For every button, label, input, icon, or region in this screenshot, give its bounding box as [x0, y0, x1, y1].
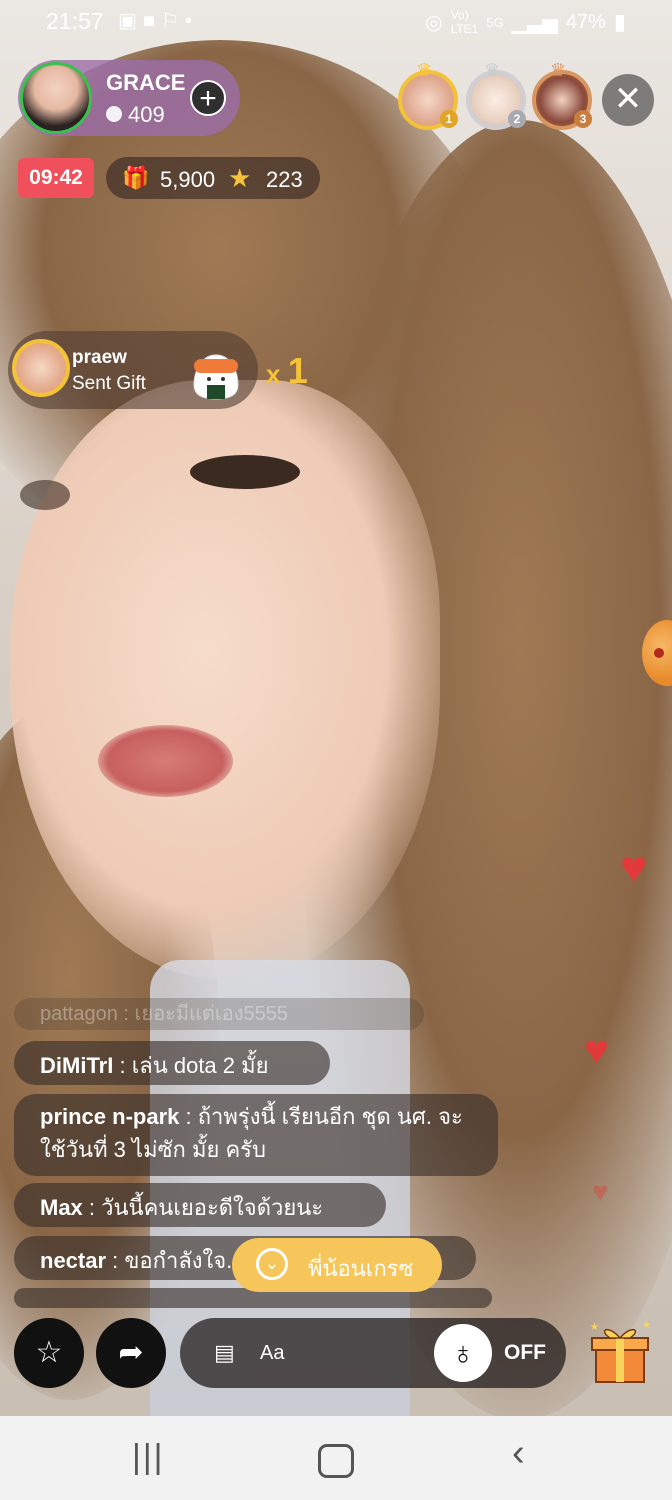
close-button[interactable]: ✕ [602, 74, 654, 126]
balloon-toggle-label[interactable]: OFF [504, 1341, 546, 1365]
host-viewer-count: 409 [128, 102, 165, 127]
crown-icon: ♛ [484, 60, 501, 80]
gift-notification: praew Sent Gift [8, 331, 258, 409]
accessibility-icon: ⚐ [161, 10, 185, 32]
status-time: 21:57 [46, 8, 104, 34]
chat-user[interactable]: prince n-park [40, 1104, 179, 1129]
gift-icon: 🎁 [122, 165, 150, 190]
stats-pill[interactable]: 🎁 5,900 ★ 223 [106, 157, 320, 199]
chevron-down-icon: ⌄ [256, 1248, 288, 1280]
status-right-icons: ◎ Vo) LTE1 5G ▁▃▅ 47% ▮ [425, 8, 626, 36]
svg-text:★: ★ [642, 1320, 651, 1331]
top-viewer-2[interactable]: ♛ 2 [466, 60, 526, 130]
star-icon: ★ [228, 163, 252, 193]
balloon-icon[interactable]: ♁ [434, 1324, 492, 1382]
host-panel[interactable]: GRACE 409 + [18, 60, 240, 136]
chat-input-placeholder[interactable]: Aa [260, 1342, 284, 1365]
heart-icon: ♥ [620, 841, 648, 893]
volte-icon: Vo) LTE1 [450, 8, 479, 36]
battery-level: 47% [565, 10, 606, 33]
chat-user[interactable]: DiMiTrI [40, 1053, 113, 1078]
star-count: 223 [266, 167, 303, 192]
status-left-icons: ▣■⚐• [118, 8, 198, 33]
heart-icon: ♥ [592, 1176, 609, 1207]
chat-message-faded: pattagon : เยอะมีแต่เอง5555 [14, 998, 424, 1030]
dot-icon: • [184, 10, 198, 32]
eye-shape [190, 455, 300, 489]
gift-multiplier-value: 1 [287, 350, 308, 391]
coin-count: 5,900 [160, 167, 216, 192]
chat-message: Max : วันนี้คนเยอะดีใจด้วยนะ [14, 1183, 386, 1227]
onigiri-gift-icon [193, 354, 239, 400]
lips-shape [98, 725, 233, 797]
favorite-button[interactable]: ☆ [14, 1318, 84, 1388]
viewer-count-icon [106, 106, 122, 122]
hotspot-icon: ◎ [425, 11, 443, 34]
recent-apps-icon[interactable]: ||| [132, 1438, 165, 1477]
home-icon[interactable] [318, 1444, 354, 1478]
follow-button[interactable]: + [190, 80, 226, 116]
chat-user[interactable]: nectar [40, 1248, 106, 1273]
plus-icon: + [199, 82, 217, 115]
rank-badge: 3 [574, 110, 592, 128]
chat-message: prince n-park : ถ้าพรุ่งนี้ เรียนอีก ชุด… [14, 1094, 498, 1176]
chat-user[interactable]: Max [40, 1195, 83, 1220]
close-icon: ✕ [613, 80, 643, 118]
share-button[interactable]: ➦ [96, 1318, 166, 1388]
new-messages-label: พี่น้อนเกรซ [308, 1256, 414, 1281]
host-name: GRACE [106, 70, 186, 95]
live-timer: 09:42 [18, 158, 94, 198]
chat-input-bar[interactable]: ▤ Aa ♁ OFF [180, 1318, 566, 1388]
crown-icon: ♛ [550, 60, 567, 80]
rank-badge: 2 [508, 110, 526, 128]
back-icon[interactable]: ‹ [512, 1432, 525, 1475]
eye-shape [20, 480, 70, 510]
top-viewer-1[interactable]: ♛ 1 [398, 60, 458, 130]
signal-icon: ▁▃▅ [511, 11, 558, 34]
rank-badge: 1 [440, 110, 458, 128]
chat-icon: ▤ [214, 1340, 235, 1365]
gifter-avatar [12, 339, 70, 397]
gift-message: Sent Gift [72, 373, 146, 394]
crown-icon: ♛ [416, 60, 433, 80]
new-messages-button[interactable]: ⌄ พี่น้อนเกรซ [232, 1238, 442, 1292]
share-icon: ➦ [118, 1336, 144, 1369]
chat-message: DiMiTrI : เล่น dota 2 มั้ย [14, 1041, 330, 1085]
battery-icon: ▮ [613, 9, 626, 34]
top-viewer-3[interactable]: ♛ 3 [532, 60, 592, 130]
heart-icon: ♥ [584, 1026, 609, 1073]
chat-text: : วันนี้คนเยอะดีใจด้วยนะ [88, 1195, 324, 1220]
dot-icon [654, 648, 664, 658]
gift-box-button[interactable]: ★ ★ [584, 1316, 656, 1388]
5g-icon: 5G [486, 14, 504, 30]
chat-text: : เล่น dota 2 มั้ย [119, 1053, 269, 1078]
svg-text:★: ★ [590, 1322, 599, 1333]
video-icon: ■ [142, 10, 161, 32]
gift-multiplier-prefix: x [266, 359, 281, 389]
gifter-name: praew [72, 347, 127, 368]
system-nav-bar: ||| ‹ [0, 1416, 672, 1500]
star-outline-icon: ☆ [35, 1336, 63, 1369]
gallery-icon: ▣ [118, 10, 143, 32]
gift-multiplier: x 1 [266, 350, 308, 392]
status-bar: 21:57 ▣■⚐• ◎ Vo) LTE1 5G ▁▃▅ 47% ▮ [0, 0, 672, 44]
host-avatar[interactable] [20, 62, 92, 134]
